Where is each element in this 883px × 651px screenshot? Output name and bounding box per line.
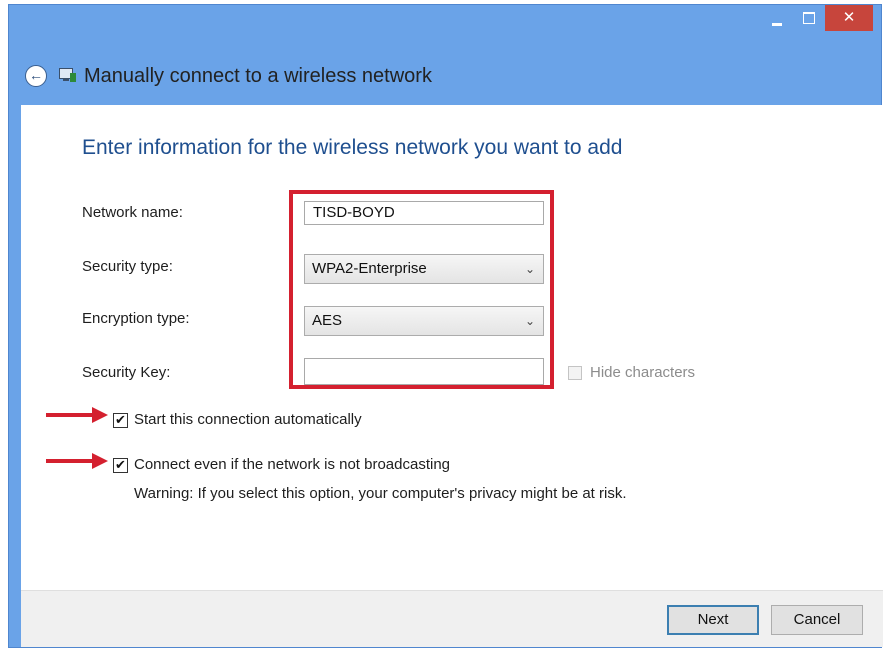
connect-broadcast-label: Connect even if the network is not broad… bbox=[134, 456, 451, 473]
title-bar-controls: ✕ bbox=[761, 5, 873, 31]
close-icon[interactable]: ✕ bbox=[825, 5, 873, 31]
dialog-footer: Next Cancel bbox=[21, 590, 883, 647]
network-name-label: Network name: bbox=[82, 204, 183, 221]
dialog-window: ✕ ← Manually connect to a wireless netwo… bbox=[8, 4, 883, 648]
hide-characters-label: Hide characters bbox=[590, 364, 696, 381]
security-key-label: Security Key: bbox=[82, 364, 171, 381]
maximize-icon[interactable] bbox=[793, 5, 825, 31]
encryption-type-label: Encryption type: bbox=[82, 310, 190, 327]
minimize-icon[interactable] bbox=[761, 5, 793, 31]
wireless-network-icon bbox=[59, 68, 77, 84]
hide-characters-checkbox[interactable] bbox=[568, 366, 582, 380]
highlight-annotation-box bbox=[289, 190, 554, 389]
back-arrow-icon[interactable]: ← bbox=[25, 65, 47, 87]
window-title: Manually connect to a wireless network bbox=[84, 64, 432, 87]
security-type-label: Security type: bbox=[82, 258, 173, 275]
red-arrow-annotation bbox=[46, 451, 108, 471]
start-auto-label: Start this connection automatically bbox=[134, 411, 362, 428]
page-heading: Enter information for the wireless netwo… bbox=[82, 136, 623, 159]
next-button[interactable]: Next bbox=[667, 605, 759, 635]
privacy-warning-text: Warning: If you select this option, your… bbox=[134, 485, 627, 502]
start-auto-checkbox[interactable]: ✔ bbox=[113, 413, 128, 428]
dialog-header: ← Manually connect to a wireless network bbox=[9, 51, 881, 101]
connect-broadcast-checkbox[interactable]: ✔ bbox=[113, 458, 128, 473]
form-panel: Enter information for the wireless netwo… bbox=[21, 105, 883, 590]
cancel-button[interactable]: Cancel bbox=[771, 605, 863, 635]
red-arrow-annotation bbox=[46, 405, 108, 425]
